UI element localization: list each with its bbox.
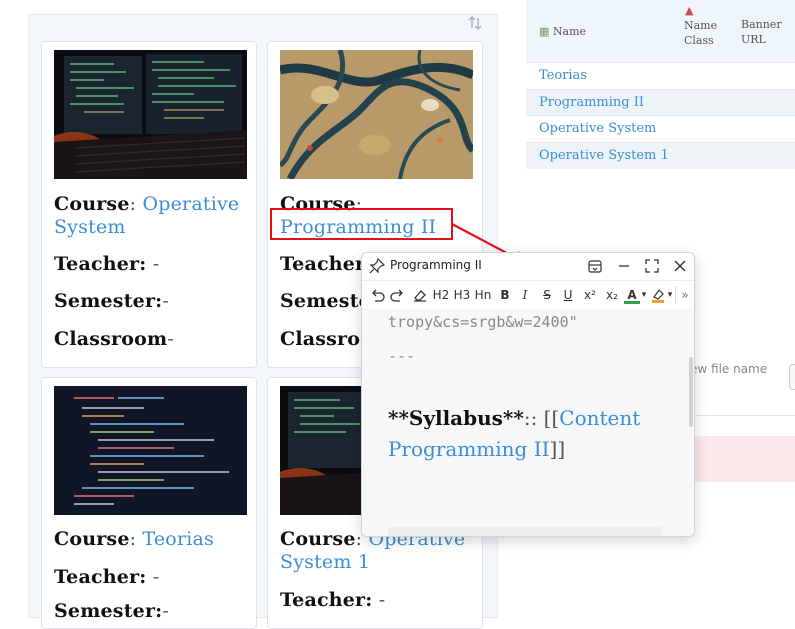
column-banner-url[interactable]: Banner URL	[741, 17, 782, 47]
column-name[interactable]: ▦ Name	[539, 24, 586, 39]
card-semester-field: Semester:-	[54, 290, 170, 312]
table-row[interactable]: Operative System 1	[526, 142, 795, 169]
divider	[690, 415, 795, 416]
table-row[interactable]: Programming II	[526, 89, 795, 116]
formatting-toolbar: H2 H3 Hn B I S U x² x₂ A ▾ ▾ »	[362, 280, 694, 310]
card-classroom-field: Classroom-	[54, 328, 174, 350]
table-header: ▦ Name ▲ Name Class Banner URL	[526, 0, 795, 62]
editor-scrollbar[interactable]	[689, 357, 693, 427]
card-banner-image	[54, 50, 247, 179]
course-card-teorias[interactable]: Course: Teorias Teacher: - Semester:-	[41, 377, 257, 629]
redo-icon[interactable]	[389, 286, 407, 304]
card-course-field: Course: Operative System	[54, 193, 240, 238]
strikethrough-button[interactable]: S	[539, 286, 555, 304]
pin-icon[interactable]	[367, 256, 387, 276]
card-banner-image	[54, 386, 247, 515]
card-banner-image	[280, 50, 473, 179]
chevron-down-icon[interactable]: ▾	[641, 286, 647, 304]
highlight-icon[interactable]	[649, 286, 667, 304]
close-icon[interactable]	[670, 256, 690, 276]
window-titlebar[interactable]: Programming II	[362, 253, 694, 279]
editor-line: tropy&cs=srgb&w=2400"	[388, 313, 578, 331]
card-course-field: Course: Teorias	[54, 528, 214, 550]
card-teacher-field: Teacher: -	[54, 253, 160, 275]
toolbar-divider	[675, 286, 676, 304]
maximize-icon[interactable]	[642, 256, 662, 276]
error-banner	[690, 436, 795, 482]
card-semester-field: Semester:-	[54, 600, 170, 622]
card-teacher-field: Teacher: -	[280, 589, 386, 611]
heading-3-button[interactable]: H3	[453, 286, 471, 304]
new-file-name-input[interactable]: ew file name	[690, 362, 767, 376]
editor-block	[388, 527, 662, 536]
editor-line: ---	[388, 347, 416, 365]
font-color-button[interactable]: A	[624, 286, 640, 304]
minimize-icon[interactable]	[614, 256, 634, 276]
building-icon: ▲	[685, 4, 694, 17]
subscript-button[interactable]: x₂	[603, 286, 621, 304]
table-row[interactable]: Teorias	[526, 62, 795, 89]
sort-icon[interactable]	[466, 14, 484, 32]
heading-2-button[interactable]: H2	[432, 286, 450, 304]
bold-button[interactable]: B	[497, 286, 513, 304]
chevron-down-icon[interactable]: ▾	[667, 286, 673, 304]
syllabus-line: **Syllabus**:: [[Content Programming II]…	[388, 406, 641, 461]
table-row[interactable]: Operative System	[526, 115, 795, 142]
course-card-operative-system[interactable]: Course: Operative System Teacher: - Seme…	[41, 41, 257, 368]
undo-icon[interactable]	[368, 286, 386, 304]
heading-n-button[interactable]: Hn	[473, 286, 493, 304]
window-title: Programming II	[390, 258, 482, 272]
more-icon[interactable]: »	[678, 286, 692, 304]
markdown-editor[interactable]: tropy&cs=srgb&w=2400" --- **Syllabus**::…	[362, 309, 694, 536]
floating-note-window[interactable]: Programming II H2 H3 Hn B I S U x² x₂ A …	[361, 252, 695, 537]
course-link[interactable]: Teorias	[142, 528, 214, 550]
file-name-button[interactable]	[789, 364, 795, 390]
card-teacher-field: Teacher: -	[54, 566, 160, 588]
italic-button[interactable]: I	[517, 286, 533, 304]
highlight-box	[270, 208, 453, 240]
column-name-class[interactable]: ▲ Name Class	[684, 3, 717, 48]
clear-format-icon[interactable]	[411, 286, 429, 304]
underline-button[interactable]: U	[560, 286, 576, 304]
note-icon: ▦	[539, 25, 550, 38]
archive-icon[interactable]	[585, 256, 605, 276]
superscript-button[interactable]: x²	[581, 286, 599, 304]
